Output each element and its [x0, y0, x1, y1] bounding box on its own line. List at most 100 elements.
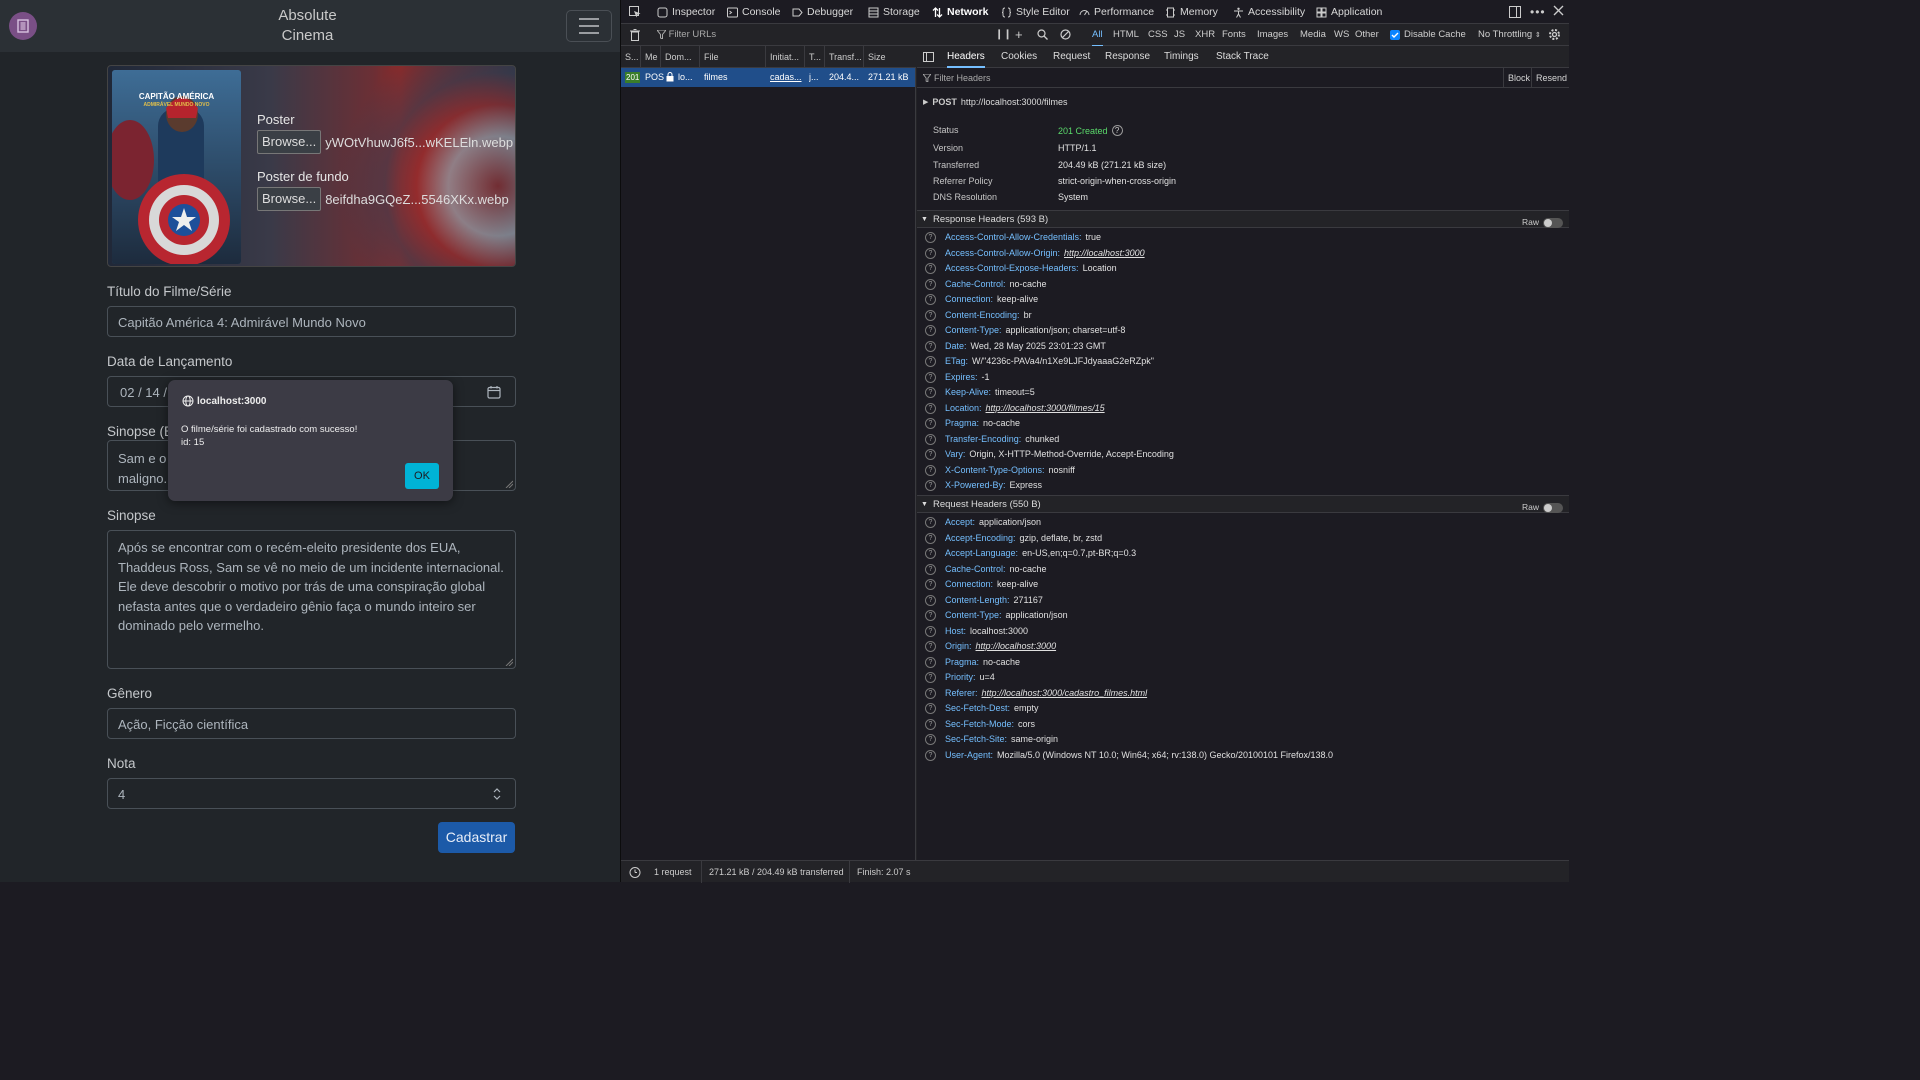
dock-side-icon[interactable] — [1509, 6, 1521, 18]
header-row[interactable]: ? Connection: keep-alive — [925, 577, 1038, 592]
raw-toggle[interactable]: Raw — [1522, 499, 1563, 516]
help-icon[interactable]: ? — [925, 641, 936, 653]
block-icon[interactable] — [1060, 29, 1071, 40]
help-icon[interactable]: ? — [925, 532, 936, 544]
header-row[interactable]: ? Priority: u=4 — [925, 670, 995, 685]
rating-number-input[interactable]: 4 — [107, 778, 516, 809]
header-row[interactable]: ? Expires: -1 — [925, 370, 990, 385]
col-transferred[interactable]: Transf... — [825, 46, 864, 68]
help-icon[interactable]: ? — [925, 325, 936, 337]
header-row[interactable]: ? Pragma: no-cache — [925, 655, 1020, 670]
help-icon[interactable]: ? — [925, 656, 936, 668]
col-status[interactable]: S... — [621, 46, 641, 68]
help-icon[interactable]: ? — [925, 356, 936, 368]
header-row[interactable]: ? Cache-Control: no-cache — [925, 277, 1047, 292]
header-value[interactable]: http://localhost:3000/cadastro_filmes.ht… — [982, 688, 1148, 698]
header-row[interactable]: ? Origin: http://localhost:3000 — [925, 639, 1056, 654]
filter-xhr[interactable]: XHR — [1195, 24, 1215, 46]
help-icon[interactable]: ? — [925, 625, 936, 637]
close-icon[interactable] — [1553, 5, 1564, 16]
header-row[interactable]: ? Keep-Alive: timeout=5 — [925, 385, 1035, 400]
tab-stack-trace[interactable]: Stack Trace — [1216, 46, 1269, 68]
expand-arrow-icon[interactable]: ▶ — [923, 98, 928, 106]
filter-css[interactable]: CSS — [1148, 24, 1168, 46]
filter-ws[interactable]: WS — [1334, 24, 1349, 46]
tab-inspector[interactable]: Inspector — [657, 0, 715, 24]
header-row[interactable]: ? Content-Length: 271167 — [925, 593, 1043, 608]
header-row[interactable]: ? Accept-Language: en-US,en;q=0.7,pt-BR;q=… — [925, 546, 1136, 561]
header-row[interactable]: ? Access-Control-Expose-Headers: Location — [925, 261, 1117, 276]
help-icon[interactable]: ? — [925, 548, 936, 560]
header-row[interactable]: ? Content-Encoding: br — [925, 308, 1032, 323]
filter-headers-input[interactable]: Filter Headers — [923, 73, 991, 83]
request-headers-section[interactable]: ▼ Request Headers (550 B) Raw — [917, 495, 1569, 513]
submit-button[interactable]: Cadastrar — [438, 822, 515, 853]
tab-timings[interactable]: Timings — [1164, 46, 1199, 68]
tab-performance[interactable]: Performance — [1079, 0, 1154, 24]
poster-browse-button[interactable]: Browse... — [257, 130, 322, 154]
hamburger-menu-button[interactable] — [566, 10, 612, 42]
help-icon[interactable]: ? — [925, 402, 936, 414]
tab-memory[interactable]: Memory — [1165, 0, 1218, 24]
more-options-icon[interactable]: ••• — [1530, 5, 1546, 19]
backdrop-file-input[interactable]: Browse... 8eifdha9GQeZ...5546XKx.webp — [257, 187, 509, 211]
brand-name[interactable]: Absolute Cinema — [0, 6, 615, 46]
tab-cookies[interactable]: Cookies — [1001, 46, 1037, 68]
resize-handle-icon[interactable] — [505, 658, 513, 666]
trash-icon[interactable] — [630, 29, 640, 41]
header-row[interactable]: ? Date: Wed, 28 May 2025 23:01:23 GMT — [925, 339, 1106, 354]
header-row[interactable]: ? Transfer-Encoding: chunked — [925, 432, 1059, 447]
help-icon[interactable]: ? — [925, 232, 936, 244]
header-row[interactable]: ? Accept: application/json — [925, 515, 1041, 530]
help-icon[interactable]: ? — [925, 340, 936, 352]
header-row[interactable]: ? Sec-Fetch-Site: same-origin — [925, 732, 1058, 747]
filter-media[interactable]: Media — [1300, 24, 1326, 46]
request-row[interactable]: 201 POS lo... filmes cadas... j... 204.4… — [621, 68, 915, 87]
add-icon[interactable]: + — [1015, 27, 1023, 42]
help-icon[interactable]: ? — [925, 563, 936, 575]
header-row[interactable]: ? Host: localhost:3000 — [925, 624, 1028, 639]
help-icon[interactable]: ? — [925, 579, 936, 591]
help-icon[interactable]: ? — [925, 309, 936, 321]
disable-cache-checkbox[interactable]: Disable Cache — [1390, 24, 1466, 46]
raw-toggle[interactable]: Raw — [1522, 214, 1563, 231]
filter-js[interactable]: JS — [1174, 24, 1185, 46]
help-icon[interactable]: ? — [925, 517, 936, 529]
settings-gear-icon[interactable] — [1548, 28, 1561, 41]
help-icon[interactable]: ? — [925, 703, 936, 715]
header-row[interactable]: ? Vary: Origin, X-HTTP-Method-Override, Ac… — [925, 447, 1174, 462]
filter-images[interactable]: Images — [1257, 24, 1288, 46]
header-row[interactable]: ? X-Content-Type-Options: nosniff — [925, 463, 1075, 478]
help-icon[interactable]: ? — [925, 480, 936, 492]
poster-file-input[interactable]: Browse... yWOtVhuwJ6f5...wKELEln.webp — [257, 130, 513, 154]
col-initiator[interactable]: Initiat... — [766, 46, 805, 68]
header-row[interactable]: ? Connection: keep-alive — [925, 292, 1038, 307]
header-row[interactable]: ? Referer: http://localhost:3000/cadastro_… — [925, 686, 1147, 701]
timer-icon[interactable] — [629, 866, 641, 878]
tab-style-editor[interactable]: Style Editor — [1001, 0, 1070, 24]
header-row[interactable]: ? ETag: W/"4236c-PAVa4/n1Xe9LJFJdyaaaG2eRZ… — [925, 354, 1154, 369]
block-button[interactable]: Block — [1503, 68, 1530, 88]
backdrop-browse-button[interactable]: Browse... — [257, 187, 322, 211]
help-icon[interactable]: ? — [925, 371, 936, 383]
checkbox-checked-icon[interactable] — [1390, 30, 1400, 40]
header-value[interactable]: http://localhost:3000/filmes/15 — [986, 403, 1105, 413]
response-headers-section[interactable]: ▼ Response Headers (593 B) Raw — [917, 210, 1569, 228]
header-row[interactable]: ? Cache-Control: no-cache — [925, 562, 1047, 577]
header-value[interactable]: http://localhost:3000 — [976, 641, 1057, 651]
tab-debugger[interactable]: Debugger — [792, 0, 853, 24]
filter-other[interactable]: Other — [1355, 24, 1379, 46]
request-line[interactable]: ▶ POST http://localhost:3000/filmes — [923, 97, 1067, 107]
help-icon[interactable]: ? — [925, 610, 936, 622]
help-icon[interactable]: ? — [925, 672, 936, 684]
header-row[interactable]: ? Access-Control-Allow-Origin: http://loca… — [925, 246, 1145, 261]
header-row[interactable]: ? Sec-Fetch-Dest: empty — [925, 701, 1039, 716]
tab-headers[interactable]: Headers — [947, 46, 985, 68]
collapse-arrow-icon[interactable]: ▼ — [921, 211, 928, 228]
help-icon[interactable]: ? — [1111, 125, 1123, 136]
help-icon[interactable]: ? — [925, 687, 936, 699]
help-icon[interactable]: ? — [925, 433, 936, 445]
tab-request[interactable]: Request — [1053, 46, 1090, 68]
filter-html[interactable]: HTML — [1113, 24, 1139, 46]
col-type[interactable]: T... — [805, 46, 825, 68]
